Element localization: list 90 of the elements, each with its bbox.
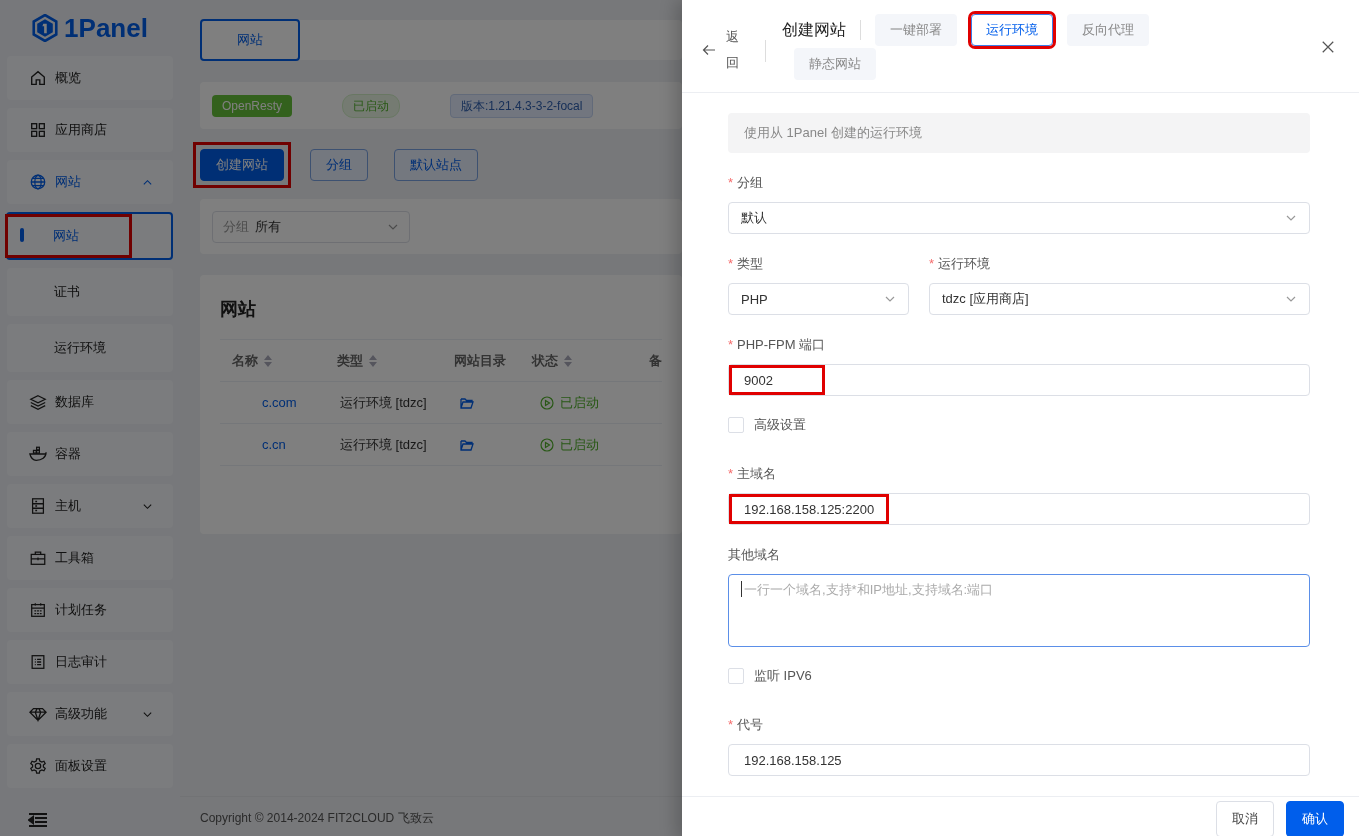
checkbox[interactable] [728,417,744,433]
list-document-icon [29,653,47,671]
site-link[interactable]: c.com [262,395,297,410]
sort-icon[interactable] [369,354,378,367]
logo-text: 1Panel [64,12,148,44]
settings-icon [29,757,47,775]
input-field[interactable]: 192.168.158.125:2200 [728,493,1310,525]
menu-collapse-icon[interactable] [28,812,48,828]
field-label: 其他域名 [728,547,780,562]
sidebar-item[interactable]: 主机 [7,484,173,528]
footer-button[interactable]: 取消 [1216,800,1274,836]
close-icon[interactable] [1321,40,1335,54]
input-field[interactable]: 192.168.158.125 [728,744,1310,776]
checkbox-label[interactable]: 监听 IPV6 [754,667,812,685]
layers-icon [29,393,47,411]
drawer-title: 创建网站 [782,19,846,40]
select-field[interactable]: tdzc [应用商店] [929,283,1310,315]
sidebar-item[interactable]: 工具箱 [7,536,173,580]
footer-button[interactable]: 确认 [1286,800,1344,836]
column-header[interactable]: 状态 [532,351,559,370]
grid-icon [29,121,47,139]
globe-icon [29,173,47,191]
required-mark: * [728,466,734,481]
folder-icon[interactable] [460,396,474,409]
table-title: 网站 [220,298,257,321]
field-value: 192.168.158.125 [744,752,842,768]
table-cell: 运行环境 [tdzc] [340,435,427,454]
sidebar-item[interactable]: 网站 [7,160,173,204]
mode-tab[interactable]: 静态网站 [794,48,876,80]
field-label: PHP-FPM 端口 [737,337,826,352]
sidebar-item[interactable]: 高级功能 [7,692,173,736]
back-arrow-icon [702,44,716,56]
toolbox-icon [29,549,47,567]
play-icon [540,395,554,410]
sidebar-subitem[interactable]: 证书 [7,268,173,316]
calendar-icon [29,601,47,619]
column-header[interactable]: 名称 [232,351,258,370]
copyright-text: Copyright © 2014-2024 FIT2CLOUD 飞致云 [180,796,682,836]
field-label: 代号 [737,717,764,732]
input-field[interactable]: 9002 [728,364,1310,396]
sidebar-item[interactable]: 日志审计 [7,640,173,684]
status-tag: OpenResty [212,94,293,117]
select-field[interactable]: PHP [728,283,909,315]
required-mark: * [728,337,734,352]
folder-icon[interactable] [460,438,474,451]
required-mark: * [728,717,734,732]
play-icon [540,437,554,452]
sidebar-item[interactable]: 容器 [7,432,173,476]
required-mark: * [728,256,734,271]
field-label: 运行环境 [938,256,991,271]
field-label: 主域名 [737,466,777,481]
table-cell: 运行环境 [tdzc] [340,393,427,412]
required-mark: * [929,256,935,271]
mode-tab[interactable]: 运行环境 [971,14,1053,46]
mode-tab[interactable]: 反向代理 [1067,14,1149,46]
home-icon [29,69,47,87]
sort-icon[interactable] [564,354,573,367]
status-tag: 版本:1.21.4.3-3-2-focal [450,93,594,118]
sidebar-item[interactable]: 概览 [7,56,173,100]
whale-icon [29,445,47,463]
sort-icon[interactable] [264,354,272,367]
server-icon [29,497,47,515]
page-tab[interactable]: 网站 [200,19,300,61]
logo-icon [32,14,59,42]
sidebar-subitem[interactable]: 运行环境 [7,324,173,372]
checkbox[interactable] [728,668,744,684]
toolbar-button[interactable]: 默认站点 [394,149,478,181]
column-header[interactable]: 网站目录 [454,351,507,370]
back-button[interactable]: 返回 [702,24,739,76]
status-tag: 已启动 [342,93,401,118]
toolbar-button[interactable]: 分组 [310,149,368,181]
sidebar-item[interactable]: 计划任务 [7,588,173,632]
mode-tab[interactable]: 一键部署 [875,14,957,46]
column-header[interactable]: 类型 [337,351,364,370]
field-label: 类型 [737,256,764,271]
diamond-icon [29,705,47,723]
field-value: 9002 [744,372,773,388]
sidebar-subitem[interactable]: 网站 [6,212,173,260]
site-link[interactable]: c.cn [262,437,286,452]
notice-text: 使用从 1Panel 创建的运行环境 [728,113,1310,153]
sidebar-item[interactable]: 数据库 [7,380,173,424]
sidebar-item[interactable]: 面板设置 [7,744,173,788]
toolbar-button[interactable]: 创建网站 [200,149,284,181]
column-header[interactable]: 备 [649,351,662,370]
sidebar-item[interactable]: 应用商店 [7,108,173,152]
field-value: 192.168.158.125:2200 [744,501,875,517]
required-mark: * [728,175,734,190]
field-label: 分组 [737,175,764,190]
select-field[interactable]: 默认 [728,202,1310,234]
checkbox-label[interactable]: 高级设置 [754,416,806,434]
